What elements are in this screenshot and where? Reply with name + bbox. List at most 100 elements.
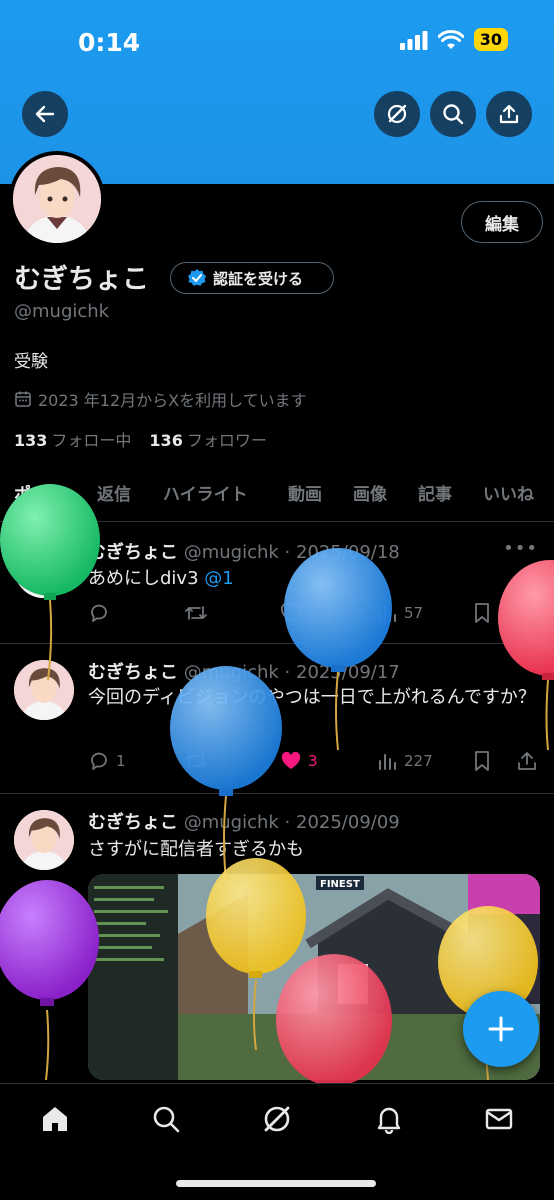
profile-bio: 受験: [14, 352, 48, 372]
like-button[interactable]: 3: [280, 750, 318, 772]
follow-stats: 133 フォロー中 136 フォロワー: [14, 427, 267, 451]
post-text: 今回のディビジョンのやつは一日で上がれるんですか？: [88, 687, 536, 708]
battery-indicator: 30: [473, 28, 508, 51]
joined-date-text: 2023 年12月からXを利用しています: [38, 391, 307, 410]
edit-profile-button[interactable]: 編集: [461, 201, 543, 243]
post-actions: 1 3 227: [88, 750, 540, 776]
reply-count: 1: [116, 752, 126, 770]
post-header: むぎちょこ @mugichk · 2025/09/17: [88, 658, 400, 684]
home-indicator: [176, 1180, 376, 1187]
home-icon: [43, 1107, 67, 1131]
post-item[interactable]: むぎちょこ @mugichk · 2025/09/18 ••• あめにしdiv3…: [0, 522, 554, 644]
bookmark-icon: [475, 603, 489, 623]
bell-icon: [377, 1107, 401, 1134]
following-link[interactable]: 133 フォロー中: [14, 427, 131, 451]
post-more-button[interactable]: •••: [503, 538, 538, 559]
post-avatar[interactable]: [14, 660, 74, 720]
calendar-icon: [15, 391, 31, 407]
tab-photos[interactable]: 画像: [353, 480, 387, 505]
mail-icon: [485, 1108, 513, 1130]
search-button[interactable]: [430, 91, 476, 137]
following-count: 133: [14, 431, 48, 450]
search-icon: [443, 104, 464, 125]
share-button[interactable]: [486, 91, 532, 137]
grok-button[interactable]: [374, 91, 420, 137]
active-tab-indicator: [14, 517, 74, 521]
tab-videos[interactable]: 動画: [288, 480, 322, 505]
bookmark-button[interactable]: [472, 602, 492, 624]
arrow-left-icon: [35, 105, 55, 123]
post-author-name: むぎちょこ: [88, 542, 178, 563]
repost-button[interactable]: [184, 602, 208, 624]
post-actions: 57: [88, 602, 540, 628]
post-avatar[interactable]: [14, 810, 74, 870]
like-count: 3: [308, 752, 318, 770]
post-mention[interactable]: @1: [204, 568, 233, 589]
profile-tabs: ポスト 返信 ハイライト 動画 画像 記事 いいね: [0, 470, 554, 522]
post-author-meta: @mugichk · 2025/09/18: [183, 542, 400, 563]
signal-icon: [399, 30, 428, 50]
post-header: むぎちょこ @mugichk · 2025/09/09: [88, 808, 400, 834]
avatar-illustration-icon: [14, 538, 74, 598]
share-icon: [518, 604, 536, 622]
share-post-button[interactable]: [516, 602, 538, 624]
status-indicators: 30: [399, 28, 508, 51]
post-author-meta: @mugichk · 2025/09/17: [183, 662, 400, 683]
tab-articles[interactable]: 記事: [418, 480, 452, 505]
grok-icon: [264, 1106, 290, 1132]
post-author-meta: @mugichk · 2025/09/09: [183, 812, 400, 833]
media-overlay-label: FINEST: [320, 879, 360, 890]
views-chart-icon: [379, 754, 396, 770]
views-chart-icon: [379, 606, 396, 622]
like-button[interactable]: [280, 602, 302, 624]
views-button[interactable]: 227: [376, 750, 433, 772]
profile-handle: @mugichk: [14, 301, 110, 322]
tab-highlights[interactable]: ハイライト: [163, 480, 248, 505]
followers-count: 136: [149, 431, 183, 450]
back-button[interactable]: [22, 91, 68, 137]
tab-posts[interactable]: ポスト: [14, 480, 65, 505]
bookmark-icon: [475, 751, 489, 771]
joined-date: 2023 年12月からXを利用しています: [14, 387, 307, 411]
post-text: あめにしdiv3 @1: [88, 565, 538, 592]
avatar-illustration-icon: [14, 810, 74, 870]
avatar-illustration-icon: [13, 155, 101, 243]
grok-icon: [387, 104, 407, 124]
nav-search[interactable]: [149, 1102, 183, 1136]
post-header: むぎちょこ @mugichk · 2025/09/18: [88, 538, 400, 564]
status-time: 0:14: [78, 28, 141, 57]
post-author-name: むぎちょこ: [88, 812, 178, 833]
repost-icon: [185, 606, 207, 620]
nav-notifications[interactable]: [372, 1102, 406, 1136]
tab-likes[interactable]: いいね: [483, 480, 534, 505]
reply-icon: [91, 604, 107, 622]
heart-filled-icon: [281, 751, 301, 769]
compose-post-button[interactable]: [463, 991, 539, 1067]
reply-button[interactable]: [88, 602, 110, 624]
post-body: あめにしdiv3: [88, 568, 205, 589]
following-label: フォロー中: [51, 431, 132, 450]
nav-messages[interactable]: [482, 1102, 516, 1136]
avatar-illustration-icon: [14, 660, 74, 720]
bookmark-button[interactable]: [472, 750, 492, 772]
get-verified-button[interactable]: 認証を受ける: [170, 262, 334, 294]
profile-avatar[interactable]: [9, 151, 105, 247]
profile-name: むぎちょこ: [14, 264, 149, 295]
reply-icon: [91, 752, 107, 770]
post-item[interactable]: むぎちょこ @mugichk · 2025/09/17 今回のディビジョンのやつ…: [0, 644, 554, 794]
tab-replies[interactable]: 返信: [97, 480, 131, 505]
plus-icon: [488, 1016, 514, 1042]
repost-button[interactable]: [184, 750, 208, 772]
wifi-icon: [437, 29, 464, 49]
nav-grok[interactable]: [260, 1102, 294, 1136]
post-avatar[interactable]: [14, 538, 74, 598]
views-count: 227: [404, 752, 433, 770]
share-post-button[interactable]: [516, 750, 538, 772]
nav-home[interactable]: [38, 1102, 72, 1136]
followers-label: フォロワー: [186, 431, 267, 450]
followers-link[interactable]: 136 フォロワー: [149, 427, 266, 451]
reply-button[interactable]: 1: [88, 750, 126, 772]
views-button[interactable]: 57: [376, 602, 423, 624]
heart-icon: [281, 603, 301, 623]
repost-icon: [185, 754, 207, 768]
